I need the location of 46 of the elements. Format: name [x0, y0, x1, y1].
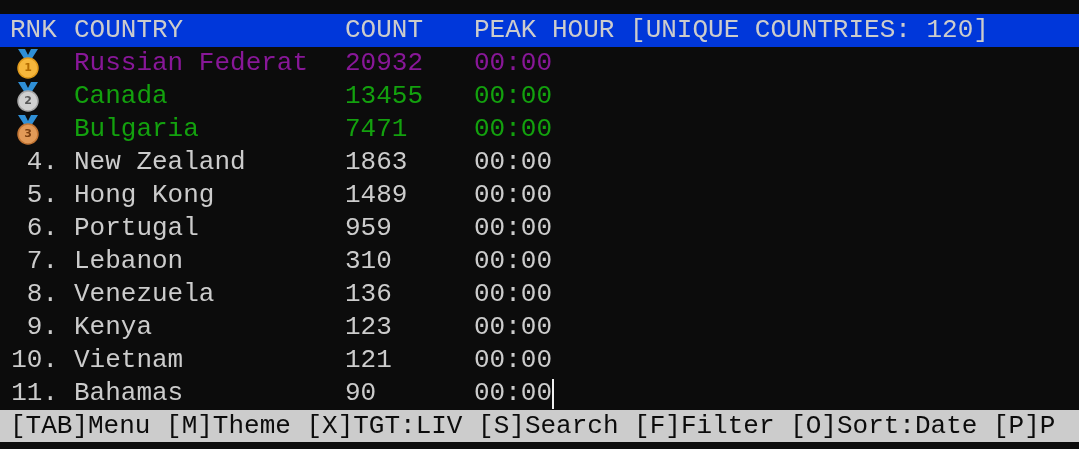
column-header: PEAK HOUR [UNIQUE COUNTRIES: 120]	[474, 14, 989, 47]
peak-hour: 00:00	[474, 245, 552, 278]
country-name: Hong Kong	[74, 179, 216, 212]
column-header: RNK	[10, 14, 58, 47]
shortcut-hints: [TAB]Menu [M]Theme [X]TGT:LIV [S]Search [F]Filter [O]Sort:Date [P]P	[10, 410, 1056, 442]
country-name: Bulgaria	[74, 113, 200, 146]
country-name: Portugal	[74, 212, 200, 245]
rank-number: 7.	[25, 245, 58, 278]
country-name: Kenya	[74, 311, 153, 344]
peak-hour: 00:00	[474, 179, 552, 212]
country-name: Venezuela	[74, 278, 216, 311]
count-value: 123	[345, 311, 393, 344]
rank-number: 10.	[10, 344, 58, 377]
peak-hour: 00:00	[474, 377, 552, 410]
count-value: 20932	[345, 47, 424, 80]
rank-number: 9.	[25, 311, 58, 344]
count-value: 1863	[345, 146, 409, 179]
count-value: 13455	[345, 80, 424, 113]
count-value: 1489	[345, 179, 409, 212]
count-value: 90	[345, 377, 378, 410]
peak-hour: 00:00	[474, 80, 552, 113]
country-name: Lebanon	[74, 245, 185, 278]
count-value: 121	[345, 344, 393, 377]
peak-hour: 00:00	[474, 146, 552, 179]
peak-hour: 00:00	[474, 47, 552, 80]
country-name: Canada	[74, 80, 169, 113]
rank-number: 11.	[10, 377, 58, 410]
count-value: 7471	[345, 113, 409, 146]
country-name: New Zealand	[74, 146, 247, 179]
count-value: 959	[345, 212, 393, 245]
country-name: Russian Federat	[74, 47, 310, 80]
rank-number: 6.	[25, 212, 58, 245]
peak-hour: 00:00	[474, 311, 552, 344]
count-value: 136	[345, 278, 393, 311]
peak-hour: 00:00	[474, 113, 552, 146]
peak-hour: 00:00	[474, 278, 552, 311]
peak-hour: 00:00	[474, 344, 552, 377]
rank-number: 5.	[25, 179, 58, 212]
rank-number: 8.	[25, 278, 58, 311]
count-value: 310	[345, 245, 393, 278]
column-header: COUNT	[345, 14, 424, 47]
column-header: COUNTRY	[74, 14, 185, 47]
peak-hour: 00:00	[474, 212, 552, 245]
country-name: Bahamas	[74, 377, 185, 410]
country-name: Vietnam	[74, 344, 185, 377]
rank-number: 4.	[25, 146, 58, 179]
